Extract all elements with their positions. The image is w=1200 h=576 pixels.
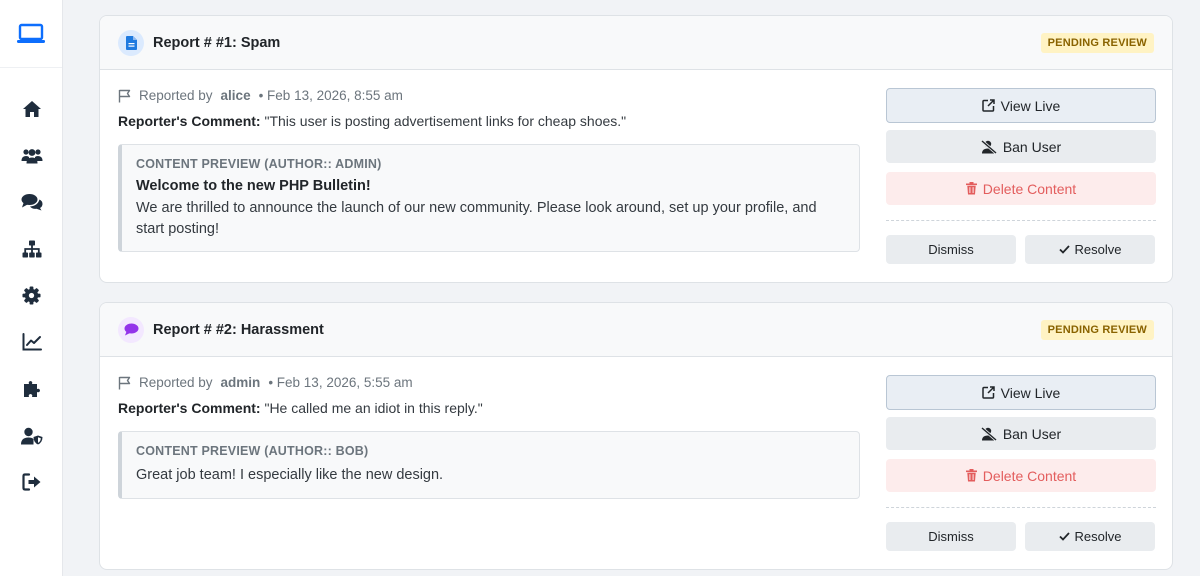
brand-logo[interactable] (0, 0, 62, 68)
actions-divider (886, 220, 1156, 221)
resolve-button[interactable]: Resolve (1025, 522, 1155, 551)
sidebar-item-plugins[interactable] (0, 369, 63, 409)
actions-divider (886, 507, 1156, 508)
preview-text: We are thrilled to announce the launch o… (136, 200, 817, 237)
sitemap-icon (22, 240, 41, 258)
report-meta: Reported by admin • Feb 13, 2026, 5:55 a… (118, 375, 413, 390)
chat-bubble-icon (124, 323, 138, 336)
home-icon (22, 101, 41, 117)
sidebar-item-users[interactable] (0, 136, 63, 176)
users-icon (21, 149, 42, 164)
report-card: Report # #1: Spam PENDING REVIEW Reporte… (99, 15, 1173, 283)
preview-text: Great job team! I especially like the ne… (136, 467, 444, 483)
user-shield-icon (20, 427, 42, 445)
sidebar (0, 0, 63, 576)
view-live-button[interactable]: View Live (886, 375, 1156, 410)
sidebar-item-home[interactable] (0, 89, 63, 129)
preview-title: CONTENT PREVIEW (AUTHOR:: ADMIN) (136, 157, 382, 171)
report-meta: Reported by alice • Feb 13, 2026, 8:55 a… (118, 88, 403, 103)
preview-heading: Welcome to the new PHP Bulletin! (136, 178, 371, 194)
view-live-button[interactable]: View Live (886, 88, 1156, 123)
sidebar-item-analytics[interactable] (0, 322, 63, 362)
report-date: • Feb 13, 2026, 5:55 am (268, 375, 413, 390)
reported-by-label: Reported by (139, 375, 213, 390)
sidebar-item-forums[interactable] (0, 182, 63, 222)
reporter-name[interactable]: admin (221, 375, 261, 390)
reporter-comment-text: "He called me an idiot in this reply." (264, 400, 483, 416)
report-card-header: Report # #1: Spam PENDING REVIEW (100, 16, 1172, 70)
reporter-comment-text: "This user is posting advertisement link… (264, 113, 627, 129)
flag-icon (118, 376, 131, 389)
check-icon (1058, 245, 1070, 254)
laptop-icon (17, 23, 45, 43)
report-title: Report # #2: Harassment (153, 321, 324, 338)
sidebar-item-moderators[interactable] (0, 416, 63, 456)
report-title: Report # #1: Spam (153, 34, 281, 51)
flag-icon (118, 89, 131, 102)
chart-line-icon (22, 333, 42, 351)
dismiss-button[interactable]: Dismiss (886, 235, 1016, 264)
reporter-comment-label: Reporter's Comment: (118, 400, 261, 416)
reporter-comment-label: Reporter's Comment: (118, 113, 261, 129)
puzzle-icon (23, 381, 40, 397)
gear-icon (22, 285, 41, 305)
trash-icon (965, 182, 977, 195)
delete-content-button[interactable]: Delete Content (886, 459, 1156, 492)
sidebar-item-logout[interactable] (0, 462, 63, 502)
ban-user-button[interactable]: Ban User (886, 130, 1156, 163)
ban-user-button[interactable]: Ban User (886, 417, 1156, 450)
trash-icon (965, 469, 977, 482)
reporter-name[interactable]: alice (221, 88, 251, 103)
content-preview: CONTENT PREVIEW (AUTHOR:: BOB) Great job… (118, 431, 860, 499)
status-badge: PENDING REVIEW (1040, 33, 1154, 53)
comments-icon (21, 194, 42, 211)
report-date: • Feb 13, 2026, 8:55 am (258, 88, 403, 103)
report-card-header: Report # #2: Harassment PENDING REVIEW (100, 303, 1172, 357)
user-slash-icon (980, 426, 997, 441)
check-icon (1058, 532, 1070, 541)
preview-title: CONTENT PREVIEW (AUTHOR:: BOB) (136, 444, 369, 458)
resolve-button[interactable]: Resolve (1025, 235, 1155, 264)
sign-out-icon (21, 473, 40, 491)
report-card: Report # #2: Harassment PENDING REVIEW R… (99, 302, 1173, 570)
status-badge: PENDING REVIEW (1040, 320, 1154, 340)
content-preview: CONTENT PREVIEW (AUTHOR:: ADMIN) Welcome… (118, 144, 860, 252)
user-slash-icon (980, 139, 997, 154)
external-link-icon (981, 386, 995, 399)
document-icon (125, 35, 137, 50)
delete-content-button[interactable]: Delete Content (886, 172, 1156, 205)
reported-by-label: Reported by (139, 88, 213, 103)
main-content: Report # #1: Spam PENDING REVIEW Reporte… (63, 0, 1200, 576)
reporter-comment: Reporter's Comment: "This user is postin… (118, 113, 626, 129)
sidebar-item-structure[interactable] (0, 229, 63, 269)
external-link-icon (981, 99, 995, 112)
sidebar-item-settings[interactable] (0, 275, 63, 315)
dismiss-button[interactable]: Dismiss (886, 522, 1016, 551)
reporter-comment: Reporter's Comment: "He called me an idi… (118, 400, 483, 416)
